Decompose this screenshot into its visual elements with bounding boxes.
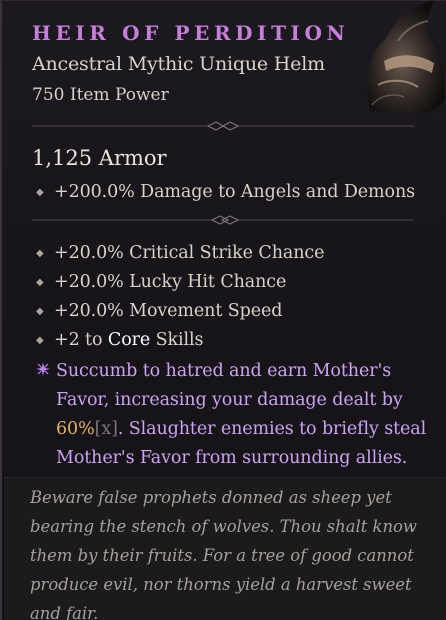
flavor-text: Beware false prophets donned as sheep ye…	[30, 488, 417, 620]
unique-power-value: 60%	[56, 419, 95, 439]
affix-crit-chance: ◆ +20.0% Critical Strike Chance	[36, 240, 324, 266]
affix-bullet-icon: ◆	[36, 187, 44, 198]
armor-value: 1,125 Armor	[32, 146, 167, 170]
affix-bullet-icon: ◆	[36, 335, 44, 346]
implicit-affix: ◆ +200.0% Damage to Angels and Demons	[36, 179, 415, 205]
item-tooltip: HEIR OF PERDITION Ancestral Mythic Uniqu…	[0, 0, 446, 620]
item-power: 750 Item Power	[32, 85, 169, 105]
unique-power-icon	[36, 362, 50, 376]
affix-bullet-icon: ◆	[36, 248, 44, 259]
item-type: Ancestral Mythic Unique Helm	[32, 53, 325, 75]
affix-lucky-hit: ◆ +20.0% Lucky Hit Chance	[36, 269, 286, 295]
item-name: HEIR OF PERDITION	[32, 21, 350, 45]
affix-bullet-icon: ◆	[36, 277, 44, 288]
divider	[32, 121, 414, 131]
skill-keyword: Core	[107, 330, 151, 350]
helm-icon	[367, 1, 445, 113]
affix-core-skills: ◆ +2 to Core Skills	[36, 327, 203, 353]
multiplicative-tag: [x]	[94, 419, 118, 439]
affix-bullet-icon: ◆	[36, 306, 44, 317]
affix-movement-speed: ◆ +20.0% Movement Speed	[36, 298, 282, 324]
unique-power: Succumb to hatred and earn Mother's Favo…	[36, 357, 436, 473]
divider	[32, 215, 414, 225]
unique-power-text: Succumb to hatred and earn Mother's Favo…	[56, 361, 427, 468]
